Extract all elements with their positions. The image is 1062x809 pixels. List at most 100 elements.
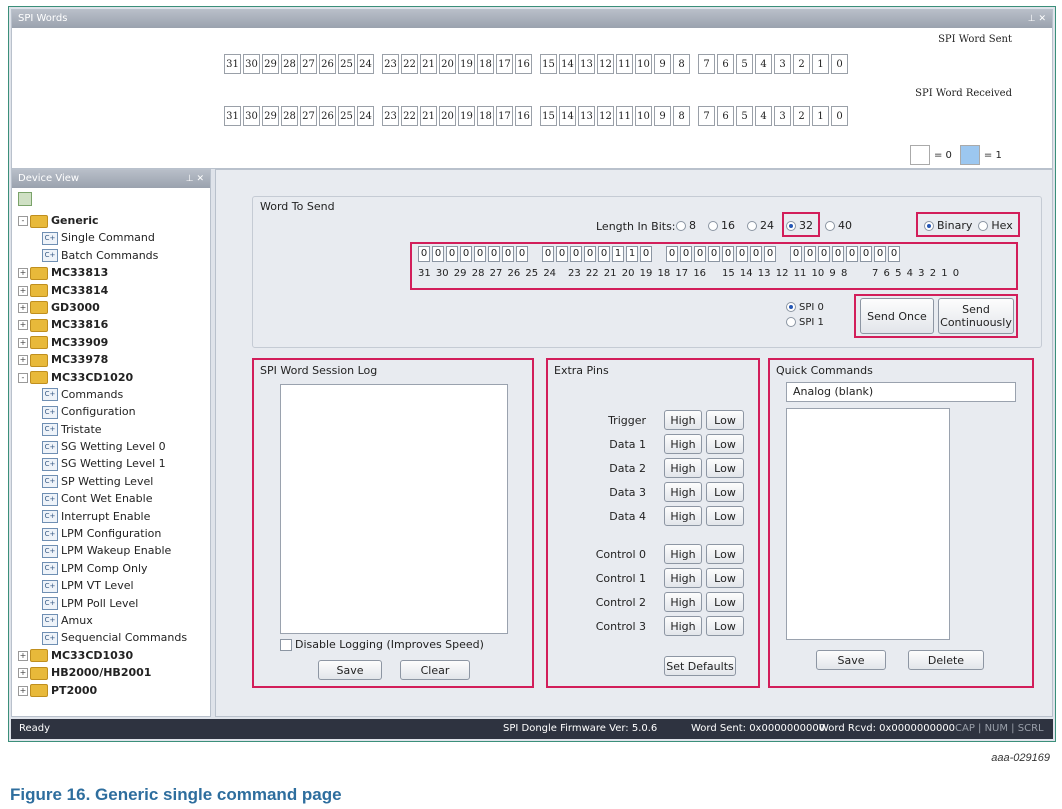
bit-input[interactable]: 0	[640, 246, 652, 262]
bit-input[interactable]: 0	[666, 246, 678, 262]
bit-input[interactable]: 0	[750, 246, 762, 262]
tree-item[interactable]: + PT2000	[12, 682, 208, 699]
pin-low-button[interactable]: Low	[706, 616, 744, 636]
bit-input[interactable]: 1	[626, 246, 638, 262]
pin-high-button[interactable]: High	[664, 616, 702, 636]
bit-input[interactable]: 0	[874, 246, 886, 262]
bit-input[interactable]: 1	[612, 246, 624, 262]
tree-item[interactable]: C+ Single Command	[12, 229, 208, 246]
device-view-toolbar-icon[interactable]	[18, 192, 32, 206]
set-defaults-button[interactable]: Set Defaults	[664, 656, 736, 676]
pin-high-button[interactable]: High	[664, 592, 702, 612]
radio-icon[interactable]	[786, 317, 796, 327]
tree-item[interactable]: C+ Interrupt Enable	[12, 508, 208, 525]
expand-icon[interactable]: +	[18, 320, 28, 331]
bit-input[interactable]: 0	[860, 246, 872, 262]
bit-input[interactable]: 0	[502, 246, 514, 262]
radio-option[interactable]: 8	[676, 219, 696, 232]
tree-item[interactable]: C+ Sequencial Commands	[12, 629, 208, 646]
pin-high-button[interactable]: High	[664, 568, 702, 588]
spi-radio-option[interactable]: SPI 1	[786, 317, 824, 332]
tree-item[interactable]: + GD3000	[12, 299, 208, 316]
radio-icon[interactable]	[825, 221, 835, 231]
bit-input[interactable]: 0	[818, 246, 830, 262]
expand-icon[interactable]: +	[18, 668, 28, 679]
session-log-box[interactable]	[280, 384, 508, 634]
bit-input[interactable]: 0	[832, 246, 844, 262]
tree-item[interactable]: + MC33978	[12, 351, 208, 368]
bit-input[interactable]: 0	[516, 246, 528, 262]
pin-high-button[interactable]: High	[664, 482, 702, 502]
bit-input[interactable]: 0	[460, 246, 472, 262]
spi-radio-option[interactable]: SPI 0	[786, 302, 824, 317]
bit-input[interactable]: 0	[888, 246, 900, 262]
tree-item[interactable]: + MC33813	[12, 264, 208, 281]
bit-input[interactable]: 0	[474, 246, 486, 262]
radio-icon[interactable]	[676, 221, 686, 231]
log-save-button[interactable]: Save	[318, 660, 382, 680]
quick-delete-button[interactable]: Delete	[908, 650, 984, 670]
tree-item[interactable]: C+ SP Wetting Level	[12, 473, 208, 490]
tree-item[interactable]: C+ SG Wetting Level 1	[12, 455, 208, 472]
tree-item[interactable]: C+ LPM Configuration	[12, 525, 208, 542]
bit-input[interactable]: 0	[694, 246, 706, 262]
send-once-button[interactable]: Send Once	[860, 298, 934, 334]
tree-item[interactable]: C+ Tristate	[12, 421, 208, 438]
log-clear-button[interactable]: Clear	[400, 660, 470, 680]
pin-low-button[interactable]: Low	[706, 410, 744, 430]
expand-icon[interactable]: +	[18, 285, 28, 296]
quick-save-button[interactable]: Save	[816, 650, 886, 670]
bit-input[interactable]: 0	[570, 246, 582, 262]
pin-close-icon[interactable]: ⊥ ✕	[1028, 10, 1046, 28]
disable-logging-checkbox[interactable]	[280, 638, 292, 651]
tree-item[interactable]: C+ SG Wetting Level 0	[12, 438, 208, 455]
tree-item[interactable]: C+ LPM Wakeup Enable	[12, 542, 208, 559]
expand-icon[interactable]: -	[18, 372, 28, 383]
bit-input[interactable]: 0	[556, 246, 568, 262]
bit-input[interactable]: 0	[680, 246, 692, 262]
bit-input[interactable]: 0	[488, 246, 500, 262]
bit-input[interactable]: 0	[598, 246, 610, 262]
pin-high-button[interactable]: High	[664, 410, 702, 430]
tree-item[interactable]: C+ LPM VT Level	[12, 577, 208, 594]
bit-input[interactable]: 0	[708, 246, 720, 262]
tree-item[interactable]: + MC33816	[12, 316, 208, 333]
bit-input[interactable]: 0	[790, 246, 802, 262]
bit-input[interactable]: 0	[804, 246, 816, 262]
bit-input[interactable]: 0	[418, 246, 430, 262]
radio-icon[interactable]	[747, 221, 757, 231]
pin-low-button[interactable]: Low	[706, 458, 744, 478]
tree-item[interactable]: C+ Amux	[12, 612, 208, 629]
expand-icon[interactable]: +	[18, 268, 28, 279]
bit-input[interactable]: 0	[722, 246, 734, 262]
tree-item[interactable]: - Generic	[12, 212, 208, 229]
pin-low-button[interactable]: Low	[706, 506, 744, 526]
radio-option[interactable]: 24	[747, 219, 774, 232]
tree-item[interactable]: C+ LPM Comp Only	[12, 560, 208, 577]
tree-item[interactable]: C+ LPM Poll Level	[12, 595, 208, 612]
bit-input[interactable]: 0	[432, 246, 444, 262]
pin-low-button[interactable]: Low	[706, 568, 744, 588]
quick-command-field[interactable]: Analog (blank)	[786, 382, 1016, 402]
expand-icon[interactable]: -	[18, 216, 28, 226]
bit-input[interactable]: 0	[446, 246, 458, 262]
tree-item[interactable]: + MC33909	[12, 334, 208, 351]
tree-item[interactable]: C+ Batch Commands	[12, 247, 208, 264]
bit-input[interactable]: 0	[736, 246, 748, 262]
radio-icon[interactable]	[708, 221, 718, 231]
tree-item[interactable]: + MC33CD1030	[12, 647, 208, 664]
tree-item[interactable]: + MC33814	[12, 282, 208, 299]
pin-high-button[interactable]: High	[664, 434, 702, 454]
radio-option[interactable]: 40	[825, 219, 852, 232]
expand-icon[interactable]: +	[18, 302, 28, 313]
expand-icon[interactable]: +	[18, 685, 28, 696]
bit-input[interactable]: 0	[542, 246, 554, 262]
disable-logging-row[interactable]: Disable Logging (Improves Speed)	[280, 638, 484, 651]
pin-low-button[interactable]: Low	[706, 592, 744, 612]
bit-input[interactable]: 0	[584, 246, 596, 262]
pin-close-icon[interactable]: ⊥ ✕	[186, 170, 204, 188]
radio-option[interactable]: 16	[708, 219, 735, 232]
send-continuously-button[interactable]: Send Continuously	[938, 298, 1014, 334]
quick-commands-list[interactable]	[786, 408, 950, 640]
expand-icon[interactable]: +	[18, 650, 28, 661]
